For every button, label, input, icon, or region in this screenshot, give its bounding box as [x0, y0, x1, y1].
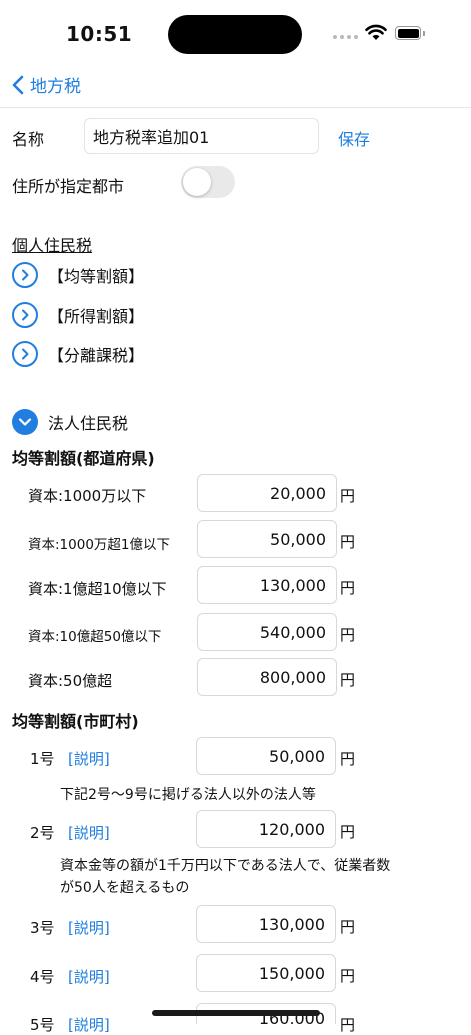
municipal-row-label: 3号 [30, 919, 55, 937]
municipal-amount-input[interactable] [196, 810, 336, 848]
nav-divider [0, 107, 471, 108]
municipal-row-description: 下記2号～9号に掲げる法人以外の法人等 [60, 787, 316, 803]
chevron-right-circle-icon [12, 341, 38, 367]
wifi-icon [365, 24, 387, 40]
prefecture-amount-input[interactable] [197, 520, 337, 558]
yen-unit: 円 [340, 918, 356, 936]
prefecture-amount-input[interactable] [197, 566, 337, 604]
save-button[interactable]: 保存 [338, 126, 370, 150]
battery-icon [395, 26, 421, 40]
explain-link[interactable]: [説明] [68, 966, 110, 987]
explain-link[interactable]: [説明] [68, 822, 110, 843]
yen-unit: 円 [340, 1016, 356, 1034]
individual-item-equal[interactable]: 【均等割額】 [12, 262, 144, 288]
individual-item-label: 【所得割額】 [48, 307, 145, 326]
yen-unit: 円 [340, 967, 356, 985]
municipal-amount-input[interactable] [196, 954, 336, 992]
battery-cap [423, 31, 425, 36]
prefecture-row-label: 資本:1000万以下 [28, 487, 147, 505]
toggle-knob [183, 168, 211, 196]
name-input[interactable] [84, 118, 319, 154]
yen-unit: 円 [340, 750, 356, 768]
yen-unit: 円 [340, 671, 356, 689]
municipal-row-description: 資本金等の額が1千万円以下である法人で、従業者数 [60, 858, 391, 874]
municipal-section-title: 均等割額(市町村) [12, 712, 139, 731]
yen-unit: 円 [340, 533, 356, 551]
designated-city-toggle[interactable] [181, 166, 235, 198]
municipal-row-label: 4号 [30, 968, 55, 986]
prefecture-amount-input[interactable] [197, 658, 337, 696]
municipal-amount-input[interactable] [196, 737, 336, 775]
municipal-row-description: が50人を超えるもの [60, 880, 190, 896]
yen-unit: 円 [340, 487, 356, 505]
municipal-row-label: 1号 [30, 750, 55, 768]
municipal-row-label: 5号 [30, 1016, 55, 1034]
back-label: 地方税 [30, 77, 81, 97]
status-time: 10:51 [66, 22, 133, 46]
individual-item-separate[interactable]: 【分離課税】 [12, 341, 144, 367]
corporate-tax-toggle[interactable]: 法人住民税 [12, 409, 128, 435]
signal-dots-icon [333, 35, 358, 39]
individual-item-label: 【均等割額】 [48, 267, 145, 286]
back-button[interactable]: 地方税 [12, 72, 81, 97]
prefecture-amount-input[interactable] [197, 613, 337, 651]
yen-unit: 円 [340, 579, 356, 597]
chevron-right-circle-icon [12, 262, 38, 288]
chevron-left-icon [12, 75, 24, 94]
corporate-tax-title: 法人住民税 [48, 414, 129, 433]
prefecture-row-label: 資本:1000万超1億以下 [28, 537, 170, 553]
municipal-row-label: 2号 [30, 824, 55, 842]
yen-unit: 円 [340, 626, 356, 644]
individual-item-income[interactable]: 【所得割額】 [12, 302, 144, 328]
individual-tax-title: 個人住民税 [12, 236, 93, 255]
prefecture-amount-input[interactable] [197, 474, 337, 512]
prefecture-row-label: 資本:1億超10億以下 [28, 580, 167, 598]
explain-link[interactable]: [説明] [68, 748, 110, 769]
chevron-right-circle-icon [12, 302, 38, 328]
dynamic-island [168, 15, 302, 54]
individual-item-label: 【分離課税】 [48, 346, 145, 365]
yen-unit: 円 [340, 823, 356, 841]
explain-link[interactable]: [説明] [68, 1014, 110, 1035]
name-label: 名称 [12, 130, 45, 149]
explain-link[interactable]: [説明] [68, 917, 110, 938]
home-indicator[interactable] [152, 1010, 320, 1016]
designated-city-label: 住所が指定都市 [12, 177, 125, 196]
chevron-down-circle-icon [12, 409, 38, 435]
prefecture-row-label: 資本:50億超 [28, 672, 113, 690]
prefecture-row-label: 資本:10億超50億以下 [28, 629, 162, 645]
municipal-amount-input[interactable] [196, 905, 336, 943]
prefecture-section-title: 均等割額(都道府県) [12, 449, 155, 468]
